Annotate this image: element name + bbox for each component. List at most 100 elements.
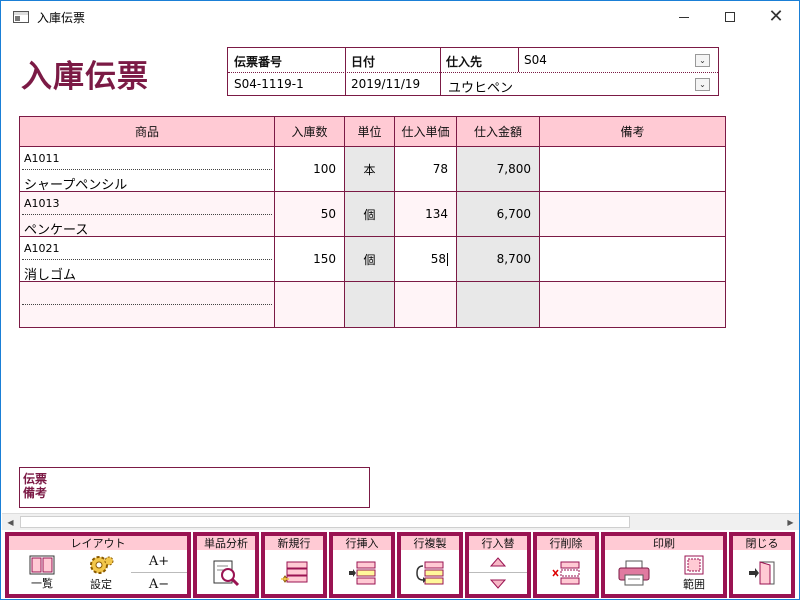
column-header-product: 商品 [20, 117, 275, 146]
layout-group: レイアウト 一覧 設定 A+ A− [5, 532, 191, 598]
move-row-up-button[interactable] [469, 551, 527, 573]
quantity-cell[interactable]: 100 [275, 147, 345, 191]
scroll-right-button[interactable]: ▶ [782, 514, 799, 530]
minimize-icon [679, 16, 689, 18]
maximize-button[interactable] [707, 1, 753, 33]
slip-header: 伝票番号 S04-1119-1 日付 2019/11/19 仕入先 S04 ユウ… [227, 47, 719, 96]
supplier-code-dropdown-button[interactable]: ⌄ [695, 54, 710, 67]
product-code: A1013 [24, 197, 60, 210]
list-button-label: 一覧 [31, 577, 53, 590]
supplier-label: 仕入先 [446, 55, 483, 69]
date-label: 日付 [351, 55, 376, 69]
column-header-unit: 単位 [345, 117, 395, 146]
printer-icon [618, 560, 650, 586]
move-row-down-button[interactable] [469, 573, 527, 595]
copy-row-group: 行複製 [397, 532, 463, 598]
app-window: 入庫伝票 ✕ 入庫伝票 伝票番号 S04-1119-1 日付 2019/11/1… [0, 0, 800, 600]
cell-divider [22, 169, 272, 170]
product-cell[interactable]: A1011 シャープペンシル [20, 147, 275, 193]
close-form-button[interactable] [733, 551, 791, 595]
print-range-icon [684, 555, 704, 575]
insert-row-icon [349, 561, 376, 585]
list-button[interactable]: 一覧 [13, 551, 71, 595]
cell-divider [22, 214, 272, 215]
note-cell[interactable] [540, 237, 725, 281]
chevron-right-icon: ▶ [787, 517, 794, 527]
print-range-button[interactable]: 範囲 [665, 551, 723, 595]
unit-cell: 本 [345, 147, 395, 191]
unit-price-cell[interactable]: 58 [395, 237, 457, 281]
quantity-cell[interactable]: 150 [275, 237, 345, 281]
items-grid: 商品 入庫数 単位 仕入単価 仕入金額 備考 A1011 シャープペンシル 10… [19, 116, 726, 328]
note-cell[interactable] [540, 147, 725, 191]
column-header-note: 備考 [620, 125, 645, 139]
supplier-code-select[interactable]: S04 [524, 53, 547, 67]
swap-row-group-label: 行入替 [469, 536, 527, 550]
copy-row-button[interactable] [401, 551, 459, 595]
chevron-down-icon: ⌄ [699, 80, 706, 89]
slip-memo-field[interactable]: 伝票 備考 [19, 467, 370, 508]
product-cell[interactable]: A1021 消しゴム [20, 237, 275, 283]
note-cell[interactable] [540, 192, 725, 236]
insert-row-button[interactable] [333, 551, 391, 595]
new-row-group: 新規行 [261, 532, 327, 598]
print-button[interactable] [605, 551, 663, 595]
supplier-name-select[interactable]: ユウヒペン [448, 77, 513, 96]
scroll-left-button[interactable]: ◀ [2, 514, 19, 530]
close-group: 閉じる [729, 532, 795, 598]
new-row-icon [281, 561, 308, 583]
supplier-name-dropdown-button[interactable]: ⌄ [695, 78, 710, 91]
table-row: A1021 消しゴム 150 個 58 8,700 [20, 237, 725, 283]
quantity-cell[interactable]: 50 [275, 192, 345, 236]
unit-price-cell[interactable]: 134 [395, 192, 457, 236]
maximize-icon [725, 12, 735, 22]
memo-label-line: 備考 [23, 486, 48, 500]
settings-button[interactable]: 設定 [72, 551, 130, 595]
analysis-button[interactable] [197, 551, 255, 595]
gear-icon [90, 556, 114, 574]
product-code: A1011 [24, 152, 60, 165]
slip-memo-label: 伝票 備考 [23, 472, 53, 500]
font-increase-button[interactable]: A+ [131, 551, 187, 573]
new-row-button[interactable] [265, 551, 323, 595]
slip-number-value[interactable]: S04-1119-1 [234, 77, 304, 91]
grid-header: 商品 入庫数 単位 仕入単価 仕入金額 備考 [20, 117, 725, 147]
exit-door-icon [749, 561, 775, 585]
unit-cell: 個 [345, 237, 395, 281]
minimize-button[interactable] [661, 1, 707, 33]
insert-row-group: 行挿入 [329, 532, 395, 598]
print-group: 印刷 範囲 [601, 532, 727, 598]
list-layout-icon [29, 555, 55, 575]
scrollbar-thumb[interactable] [20, 516, 630, 528]
note-cell[interactable] [540, 282, 725, 327]
cell-divider [22, 259, 272, 260]
product-cell[interactable]: A1013 ペンケース [20, 192, 275, 238]
horizontal-scrollbar[interactable]: ◀ ▶ [2, 513, 799, 530]
unit-cell [345, 282, 395, 327]
font-decrease-icon: A− [148, 576, 170, 592]
close-window-button[interactable]: ✕ [753, 1, 799, 33]
table-row [20, 282, 725, 327]
slip-number-label: 伝票番号 [234, 55, 283, 69]
layout-group-label: レイアウト [9, 536, 187, 550]
column-header-quantity: 入庫数 [275, 117, 345, 146]
unit-price-cell[interactable] [395, 282, 457, 327]
text-cursor [447, 252, 448, 266]
insert-row-group-label: 行挿入 [333, 536, 391, 550]
delete-row-button[interactable] [537, 551, 595, 595]
quantity-cell[interactable] [275, 282, 345, 327]
chevron-down-icon: ⌄ [699, 56, 706, 65]
delete-row-group: 行削除 [533, 532, 599, 598]
table-row: A1011 シャープペンシル 100 本 78 7,800 [20, 147, 725, 193]
new-row-group-label: 新規行 [265, 536, 323, 550]
header-divider [440, 72, 718, 73]
triangle-up-icon [489, 556, 507, 566]
triangle-down-icon [489, 579, 507, 589]
date-value[interactable]: 2019/11/19 [351, 77, 420, 91]
product-cell[interactable] [20, 282, 275, 327]
font-decrease-button[interactable]: A− [131, 573, 187, 595]
header-divider [228, 72, 440, 73]
delete-row-icon [552, 561, 580, 585]
title-bar: 入庫伝票 ✕ [1, 1, 799, 33]
unit-price-cell[interactable]: 78 [395, 147, 457, 191]
